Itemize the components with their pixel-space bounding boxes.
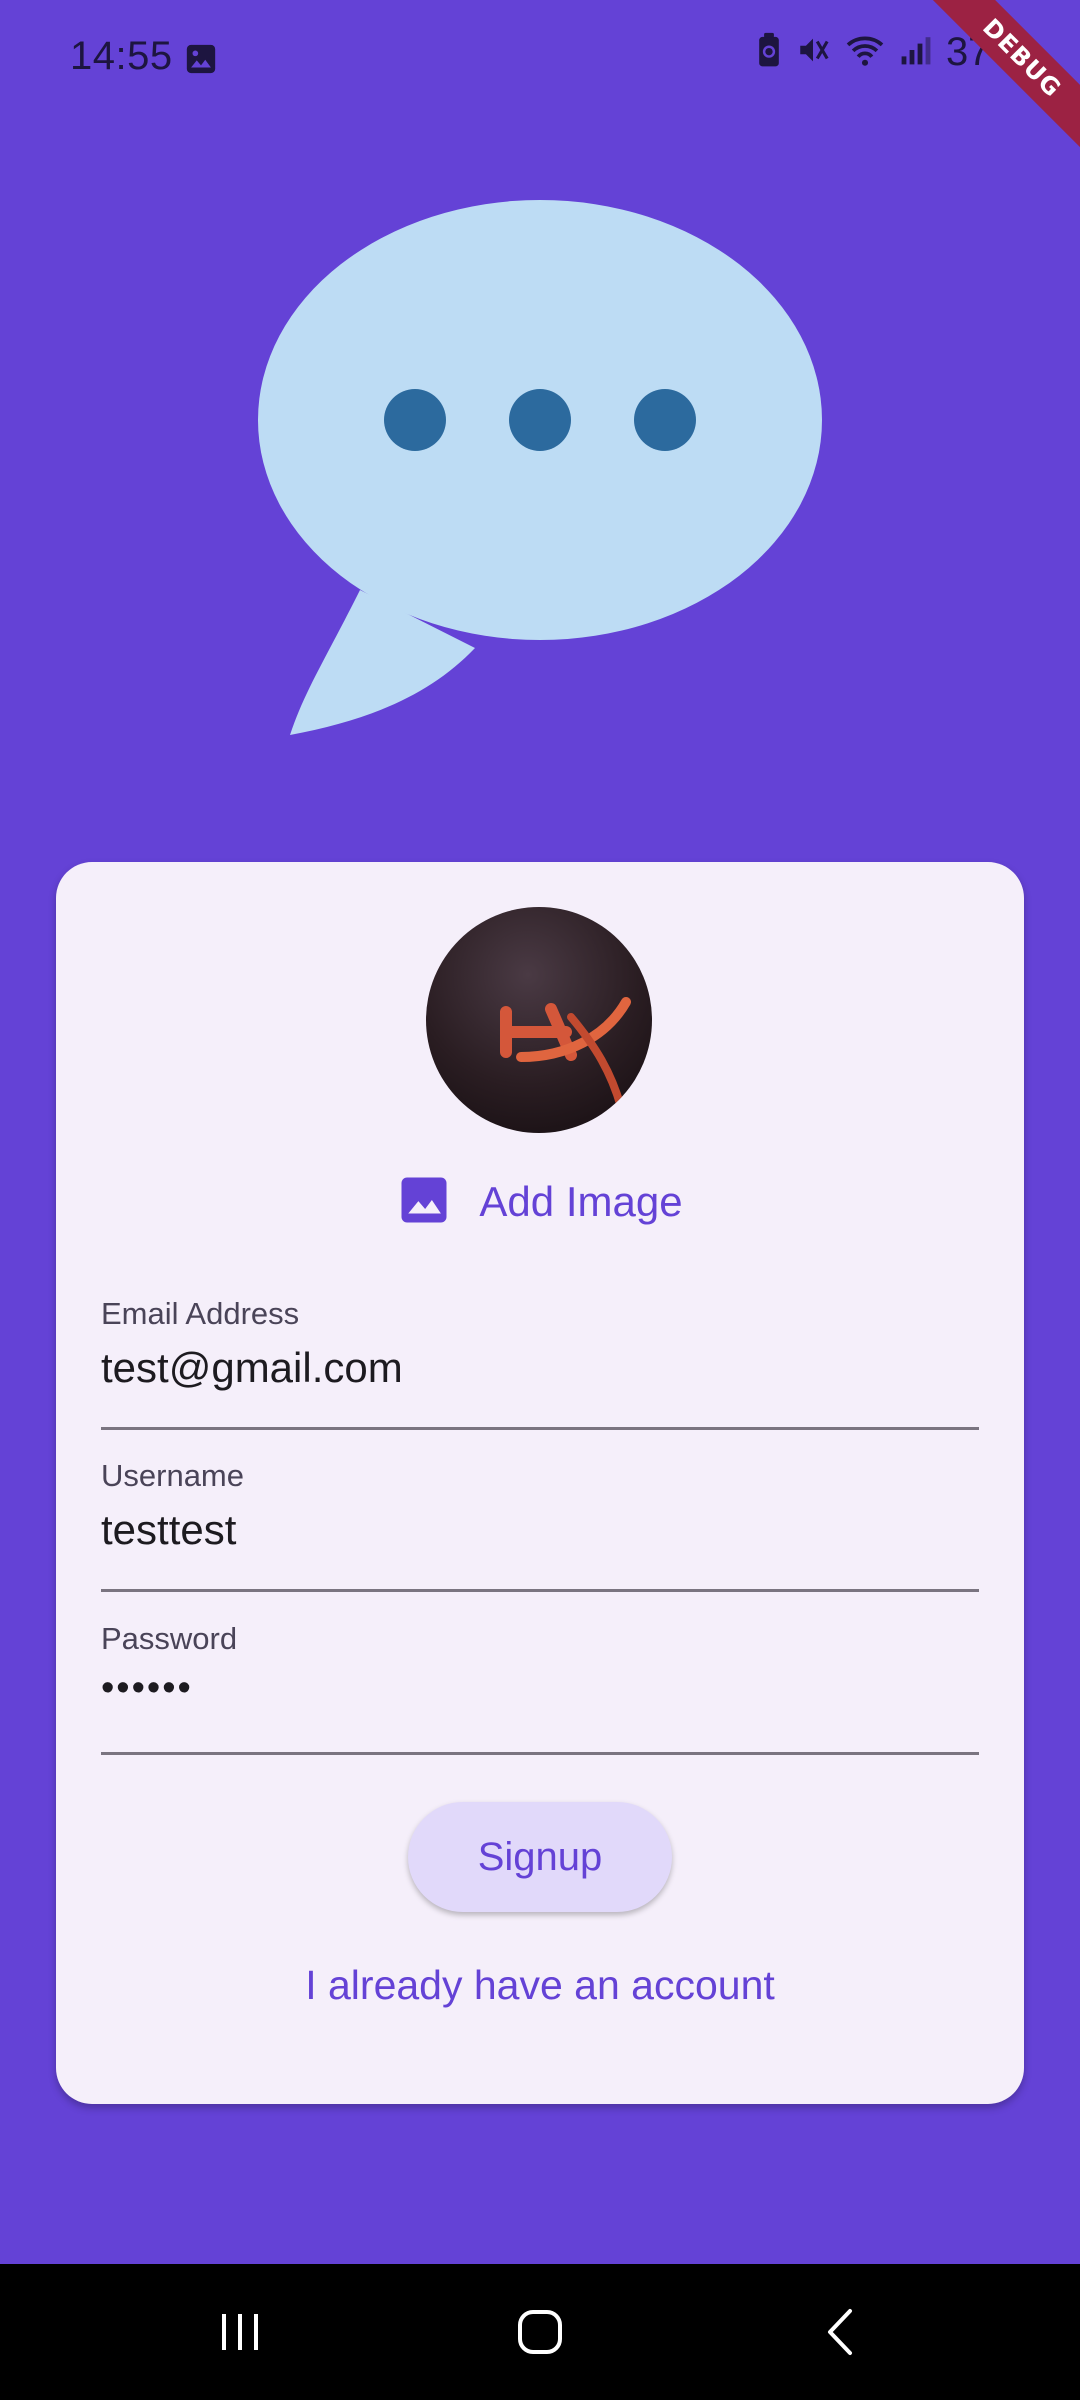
user-avatar[interactable]	[426, 907, 652, 1133]
signup-screen: 14:55 37% DEBUG	[0, 0, 1080, 2400]
recents-icon[interactable]	[190, 2264, 290, 2400]
login-link[interactable]: I already have an account	[56, 1962, 1024, 2009]
signup-card: Add Image Email Address test@gmail.com U…	[56, 862, 1024, 2104]
chat-dot	[509, 389, 571, 451]
email-field[interactable]: Email Address test@gmail.com	[101, 1294, 979, 1430]
username-label: Username	[101, 1458, 244, 1493]
navigation-bar	[0, 2264, 1080, 2400]
add-image-label: Add Image	[479, 1178, 683, 1225]
signup-button[interactable]: Signup	[408, 1802, 672, 1912]
chat-dot	[634, 389, 696, 451]
username-field[interactable]: Username testtest	[101, 1456, 979, 1592]
home-icon[interactable]	[490, 2264, 590, 2400]
email-label: Email Address	[101, 1296, 300, 1331]
signal-icon	[900, 34, 932, 71]
image-icon	[397, 1173, 451, 1232]
password-label: Password	[101, 1621, 238, 1656]
password-input[interactable]: ••••••	[101, 1667, 193, 1710]
status-time: 14:55	[70, 34, 173, 78]
battery-saver-icon	[756, 32, 782, 73]
email-input[interactable]: test@gmail.com	[101, 1344, 403, 1392]
image-icon	[184, 42, 218, 81]
wifi-icon	[844, 33, 886, 72]
password-field[interactable]: Password ••••••	[101, 1619, 979, 1755]
username-input[interactable]: testtest	[101, 1506, 236, 1554]
status-bar: 14:55 37%	[0, 0, 1080, 120]
chat-dot	[384, 389, 446, 451]
chat-bubble-icon	[250, 190, 840, 750]
back-icon[interactable]	[790, 2264, 890, 2400]
add-image-button[interactable]: Add Image	[56, 1164, 1024, 1240]
mute-icon	[796, 33, 830, 72]
